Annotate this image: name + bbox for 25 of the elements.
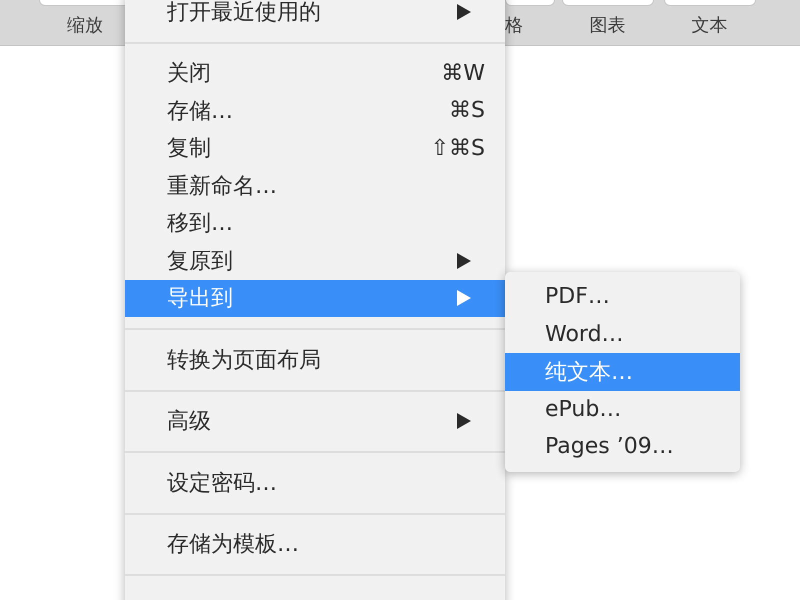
shortcut-label: ⌘W [441,60,485,86]
menu-item[interactable]: 复制 ⇧⌘S [125,130,505,167]
submenu-item[interactable]: Pages ’09… [505,428,740,466]
menu-item[interactable]: 关闭 ⌘W [125,54,505,92]
toolbar-label: 缩放 [67,14,103,37]
toolbar-label: 图表 [590,14,626,37]
toolbar-button-stub[interactable] [664,0,756,6]
toolbar-button-stub[interactable] [562,0,654,6]
menu-item[interactable]: 设定密码… [125,464,505,502]
menu-item[interactable]: 高级 [125,402,505,440]
submenu-item[interactable]: PDF… [505,278,740,316]
shortcut-label: ⌘S [449,98,485,124]
toolbar-label: 格 [505,14,523,37]
menu-item[interactable]: 存储… ⌘S [125,92,505,130]
shortcut-label: ⇧⌘S [430,136,485,161]
menu-item[interactable]: 打开最近使用的 [125,0,505,30]
menu-item[interactable]: 移到… [125,204,505,242]
toolbar-button-stub[interactable] [505,0,555,6]
toolbar-label: 文本 [692,14,728,37]
submenu-item[interactable]: Word… [505,316,740,353]
menu-item[interactable]: 重新命名… [125,167,505,204]
submenu-item[interactable]: ePub… [505,390,740,428]
menu-item[interactable]: 复原到 [125,242,505,280]
menu-item[interactable]: 存储为模板… [125,526,505,563]
menu-item[interactable]: 转换为页面布局 [125,341,505,378]
